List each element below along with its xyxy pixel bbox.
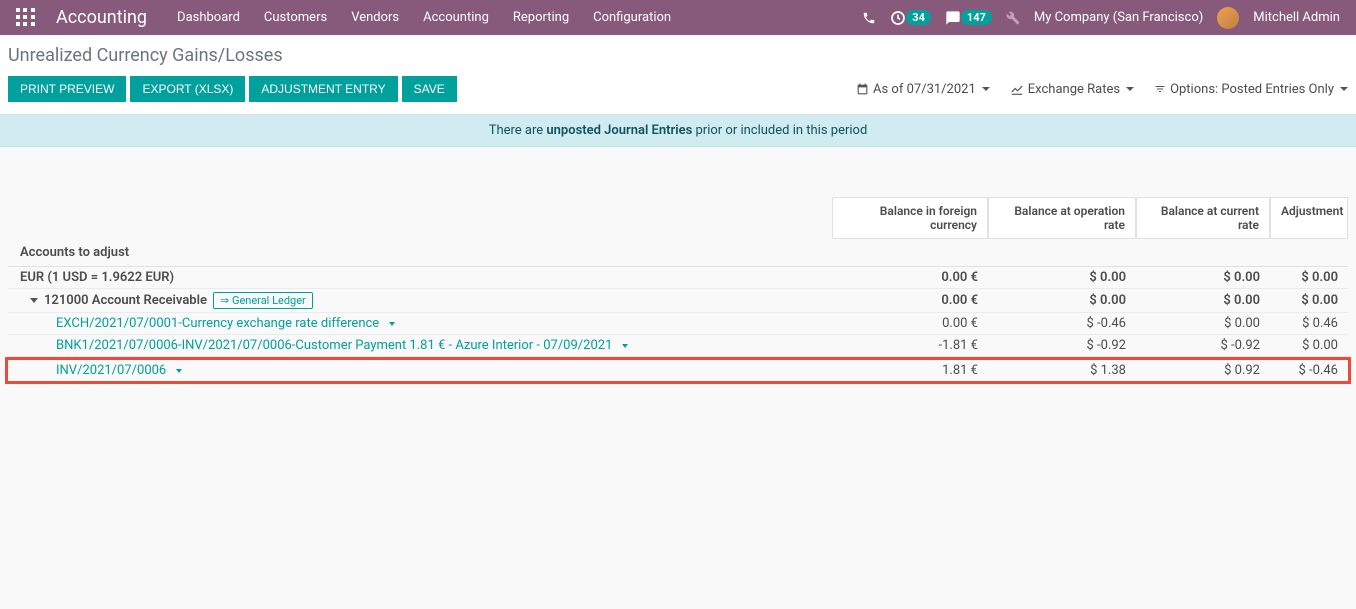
table-row: EUR (1 USD = 1.9622 EUR)0.00 €$ 0.00$ 0.… — [8, 267, 1348, 289]
cell-value: $ -0.92 — [1136, 338, 1270, 353]
table-row: BNK1/2021/07/0006-INV/2021/07/0006-Custo… — [8, 335, 1348, 357]
chart-icon — [1010, 82, 1024, 96]
cell-value: $ 0.00 — [1270, 293, 1348, 308]
cell-value: $ 0.00 — [988, 293, 1136, 308]
exchange-rates-filter[interactable]: Exchange Rates — [1010, 82, 1134, 97]
cell-value: 0.00 € — [832, 293, 988, 308]
navbar: Accounting Dashboard Customers Vendors A… — [0, 0, 1356, 35]
cell-value: 0.00 € — [832, 270, 988, 285]
column-headers: Balance in foreign currency Balance at o… — [8, 197, 1348, 239]
company-name[interactable]: My Company (San Francisco) — [1034, 10, 1203, 25]
chevron-down-icon — [1340, 87, 1348, 91]
row-label: 121000 Account Receivable ⇒ General Ledge… — [8, 292, 832, 309]
cell-value: $ 0.00 — [988, 270, 1136, 285]
expand-icon[interactable] — [30, 298, 38, 303]
alert-bold: unposted Journal Entries — [546, 123, 692, 138]
chevron-down-icon[interactable] — [176, 369, 182, 373]
table-row: EXCH/2021/07/0001-Currency exchange rate… — [8, 313, 1348, 335]
menu-accounting[interactable]: Accounting — [423, 10, 489, 25]
menu-configuration[interactable]: Configuration — [593, 10, 671, 25]
chevron-down-icon — [1126, 87, 1134, 91]
cell-value: $ 0.00 — [1270, 338, 1348, 353]
menu-dashboard[interactable]: Dashboard — [177, 10, 240, 25]
export-xlsx-button[interactable]: EXPORT (XLSX) — [130, 76, 245, 102]
alert-post: prior or included in this period — [692, 123, 867, 138]
chevron-down-icon[interactable] — [389, 322, 395, 326]
action-buttons: PRINT PREVIEW EXPORT (XLSX) ADJUSTMENT E… — [8, 76, 457, 102]
page-title: Unrealized Currency Gains/Losses — [8, 45, 1348, 66]
table-row: INV/2021/07/0006 1.81 €$ 1.38$ 0.92$ -0.4… — [5, 357, 1351, 384]
chevron-down-icon[interactable] — [622, 344, 628, 348]
phone-icon[interactable] — [862, 11, 876, 25]
tools-icon[interactable] — [1006, 11, 1020, 25]
row-label: INV/2021/07/0006 — [8, 363, 832, 378]
menu-customers[interactable]: Customers — [264, 10, 327, 25]
options-filter-label: Options: Posted Entries Only — [1170, 82, 1334, 97]
cell-value: $ 0.00 — [1136, 316, 1270, 331]
filter-icon — [1154, 83, 1166, 95]
calendar-icon — [856, 83, 869, 96]
col-current-rate: Balance at current rate — [1136, 197, 1270, 239]
row-text: 121000 Account Receivable — [44, 293, 207, 308]
navbar-menu: Dashboard Customers Vendors Accounting R… — [177, 10, 862, 25]
row-link[interactable]: BNK1/2021/07/0006-INV/2021/07/0006-Custo… — [56, 338, 612, 353]
col-foreign-currency: Balance in foreign currency — [832, 197, 988, 239]
activity-badge: 34 — [906, 10, 931, 25]
cell-value: $ -0.46 — [988, 316, 1136, 331]
cell-value: 1.81 € — [832, 363, 988, 378]
col-adjustment: Adjustment — [1270, 197, 1348, 239]
avatar[interactable] — [1217, 7, 1239, 29]
row-text: EUR (1 USD = 1.9622 EUR) — [20, 270, 174, 285]
messages-icon[interactable]: 147 — [945, 10, 992, 26]
messages-badge: 147 — [961, 10, 992, 25]
adjustment-entry-button[interactable]: ADJUSTMENT ENTRY — [249, 76, 397, 102]
cell-value: $ 0.00 — [1136, 270, 1270, 285]
menu-reporting[interactable]: Reporting — [513, 10, 569, 25]
table-row: 121000 Account Receivable ⇒ General Ledge… — [8, 289, 1348, 313]
row-link[interactable]: EXCH/2021/07/0001-Currency exchange rate… — [56, 316, 379, 331]
exchange-rates-label: Exchange Rates — [1028, 82, 1120, 97]
row-label: EXCH/2021/07/0001-Currency exchange rate… — [8, 316, 832, 331]
alert-pre: There are — [489, 123, 547, 138]
menu-vendors[interactable]: Vendors — [351, 10, 399, 25]
report-body: Balance in foreign currency Balance at o… — [0, 197, 1356, 384]
apps-icon[interactable] — [16, 8, 36, 28]
save-button[interactable]: SAVE — [402, 76, 457, 102]
user-name[interactable]: Mitchell Admin — [1253, 10, 1340, 25]
general-ledger-badge[interactable]: ⇒ General Ledger — [213, 292, 313, 309]
cell-value: $ 0.46 — [1270, 316, 1348, 331]
cell-value: $ 1.38 — [988, 363, 1136, 378]
row-label: BNK1/2021/07/0006-INV/2021/07/0006-Custo… — [8, 338, 832, 353]
chevron-down-icon — [982, 87, 990, 91]
cell-value: -1.81 € — [832, 338, 988, 353]
cell-value: $ -0.92 — [988, 338, 1136, 353]
cell-value: $ 0.00 — [1270, 270, 1348, 285]
cell-value: $ -0.46 — [1270, 363, 1348, 378]
page-header: Unrealized Currency Gains/Losses PRINT P… — [0, 35, 1356, 115]
date-filter-label: As of 07/31/2021 — [873, 82, 976, 97]
print-preview-button[interactable]: PRINT PREVIEW — [8, 76, 126, 102]
cell-value: 0.00 € — [832, 316, 988, 331]
row-link[interactable]: INV/2021/07/0006 — [56, 363, 166, 378]
activity-icon[interactable]: 34 — [890, 10, 931, 26]
app-brand[interactable]: Accounting — [56, 7, 147, 28]
row-label: EUR (1 USD = 1.9622 EUR) — [8, 270, 832, 285]
col-operation-rate: Balance at operation rate — [988, 197, 1136, 239]
header-filters: As of 07/31/2021 Exchange Rates Options:… — [856, 82, 1348, 97]
date-filter[interactable]: As of 07/31/2021 — [856, 82, 990, 97]
section-header: Accounts to adjust — [8, 239, 1348, 267]
navbar-right: 34 147 My Company (San Francisco) Mitche… — [862, 7, 1340, 29]
cell-value: $ 0.92 — [1136, 363, 1270, 378]
alert-banner[interactable]: There are unposted Journal Entries prior… — [0, 115, 1356, 147]
cell-value: $ 0.00 — [1136, 293, 1270, 308]
options-filter[interactable]: Options: Posted Entries Only — [1154, 82, 1348, 97]
